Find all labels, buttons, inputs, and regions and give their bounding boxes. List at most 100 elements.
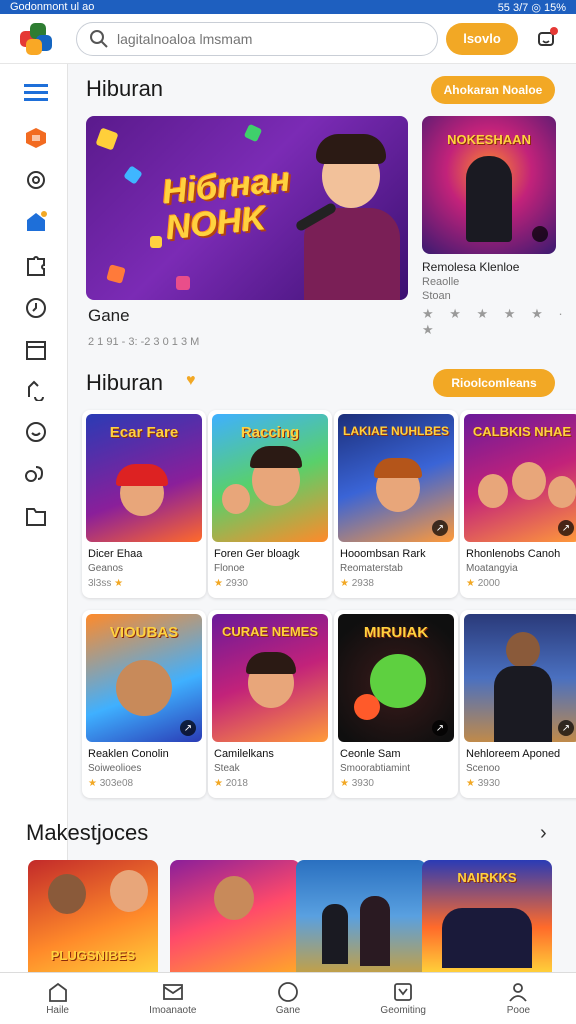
game-icon[interactable]	[24, 126, 48, 150]
home-icon	[48, 982, 67, 1002]
featured-thumbnail[interactable]: NAIRKKS	[422, 860, 552, 972]
thumb-word: VIOUBAS	[109, 624, 179, 641]
link-icon[interactable]	[24, 462, 48, 486]
game-subtitle: Smoorabtiamint	[340, 763, 411, 774]
side-feature-rating: ★ ★ ★ ★ ★ · ★	[422, 306, 569, 337]
game-rating: ★ 2930	[214, 578, 248, 589]
calendar-icon[interactable]	[24, 338, 48, 362]
hero-caption: Gane	[88, 306, 130, 325]
menu-icon[interactable]	[24, 80, 48, 104]
featured-thumbnail[interactable]	[296, 860, 426, 972]
game-thumbnail: ↗	[464, 614, 576, 742]
expand-icon: ↗	[432, 720, 448, 736]
game-thumbnail: CALBKIS NHAE ↗	[464, 414, 576, 542]
folder-icon[interactable]	[24, 504, 48, 528]
game-thumbnail: Raccing	[212, 414, 328, 542]
nav-inbox[interactable]: Imoanaote	[115, 973, 230, 1024]
star-icon: ★	[340, 578, 349, 589]
game-title: Foren Ger bloagk	[214, 548, 300, 560]
puzzle-icon[interactable]	[24, 254, 48, 278]
featured-thumbnail[interactable]	[170, 860, 300, 972]
character-face	[110, 870, 148, 912]
game-subtitle: Moatangyia	[466, 563, 518, 574]
side-feature-sub2: Stoan	[422, 290, 451, 302]
star-icon: ★	[114, 578, 124, 589]
decor-cube	[243, 123, 263, 143]
game-card[interactable]: LAKIAE NUHLBES ↗ Hooombsan Rark Reomater…	[334, 410, 458, 598]
smile-icon[interactable]	[24, 420, 48, 444]
featured-thumbnail[interactable]: PLUGSNIBES	[28, 860, 158, 972]
thumb-word: CALBKIS NHAE	[472, 424, 572, 439]
rating-value: 3930	[351, 778, 374, 789]
decor-cube	[106, 264, 126, 284]
character-body	[494, 666, 552, 742]
nav-geomiting[interactable]: Geomiting	[346, 973, 461, 1024]
search-input[interactable]	[117, 30, 417, 47]
home-icon[interactable]	[24, 210, 48, 234]
nav-game[interactable]: Gane	[230, 973, 345, 1024]
game-title: Rhonlenobs Canoh	[466, 548, 561, 560]
character-face	[548, 476, 576, 508]
expand-icon: ↗	[180, 720, 196, 736]
game-rating: 3l3ss ★	[88, 578, 123, 589]
headset-icon[interactable]	[24, 168, 48, 192]
main-content: Hiburan Ahokaran Noaloe Hiбrнан NOHK NOK…	[26, 64, 576, 972]
game-thumbnail: VIOUBAS ↗	[86, 614, 202, 742]
expand-icon: ↗	[432, 520, 448, 536]
status-bar: Godonmont ul ao 55 3/7 ◎ 15%	[0, 0, 576, 14]
nav-home[interactable]: Haile	[0, 973, 115, 1024]
search-bar[interactable]	[76, 21, 438, 56]
game-rating: ★ 3930	[466, 778, 500, 789]
notification-dot	[550, 26, 558, 35]
bottom-nav: Haile Imoanaote Gane Geomiting Pooe	[0, 972, 576, 1024]
app-logo[interactable]	[18, 21, 54, 57]
game-card[interactable]: VIOUBAS ↗ Reaklen Conolin Soiweolioes ★ …	[82, 610, 206, 798]
game-rating: ★ 3930	[340, 778, 374, 789]
hero-banner[interactable]: Hiбrнан NOHK	[86, 116, 408, 300]
rating-value: 2938	[351, 578, 374, 589]
character-face	[222, 484, 250, 514]
game-card[interactable]: Raccing Foren Ger bloagk Flonoe ★ 2930	[208, 410, 332, 598]
game-thumbnail: Ecar Fare	[86, 414, 202, 542]
expand-icon: ↗	[558, 520, 574, 536]
game-card[interactable]: CALBKIS NHAE ↗ Rhonlenobs Canoh Moatangy…	[460, 410, 576, 598]
chevron-right-icon[interactable]: ›	[540, 822, 547, 845]
game-title: Reaklen Conolin	[88, 748, 169, 760]
side-feature-title: Remolesa Klenloe	[422, 260, 520, 274]
section3-title: Makestjoces	[26, 820, 149, 845]
game-card[interactable]: Ecar Fare Dicer Ehaa Geanos 3l3ss ★	[82, 410, 206, 598]
game-rating: ★ 2018	[214, 778, 248, 789]
thumb-word: PLUGSNIBES	[50, 948, 136, 963]
controller-icon[interactable]	[24, 378, 48, 402]
game-subtitle: Flonoe	[214, 563, 245, 574]
game-card[interactable]: MIRUIAK ↗ Ceonle Sam Smoorabtiamint ★ 39…	[334, 610, 458, 798]
star-icon: ★	[214, 578, 223, 589]
nav-label: Gane	[275, 1005, 301, 1016]
character-face	[506, 632, 540, 668]
notification-button[interactable]	[532, 25, 560, 53]
decor-cube	[123, 165, 143, 185]
nav-label: Geomiting	[380, 1005, 426, 1016]
heart-icon: ♥	[186, 372, 196, 389]
clock-icon[interactable]	[24, 296, 48, 320]
game-card[interactable]: CURAE NEMES Camilelkans Steak ★ 2018	[208, 610, 332, 798]
nav-profile[interactable]: Pooe	[461, 973, 576, 1024]
rating-value: 2000	[477, 578, 500, 589]
character-face	[48, 874, 86, 914]
section1-action-button[interactable]: Ahokaran Noaloe	[431, 76, 555, 104]
hero-title: Hiбrнан NOHK	[160, 160, 296, 247]
game-card[interactable]: ↗ Nehloreem Aponed Scenoo ★ 3930	[460, 610, 576, 798]
expand-icon: ↗	[558, 720, 574, 736]
game-rating: ★ 2938	[340, 578, 374, 589]
rating-value: 3930	[477, 778, 500, 789]
star-icon: ★	[340, 778, 349, 789]
section2-action-button[interactable]: Rioolcomleans	[433, 369, 555, 397]
side-feature-thumbnail[interactable]: NOKESHAAN	[422, 116, 556, 254]
hero-character-hair	[316, 134, 386, 164]
signin-button[interactable]: lsovlo	[446, 22, 518, 55]
character-hair	[374, 458, 422, 478]
game-subtitle: Steak	[214, 763, 240, 774]
game-title: Dicer Ehaa	[88, 548, 143, 560]
star-icon: ★	[214, 778, 223, 789]
hero-character-body	[304, 208, 400, 300]
